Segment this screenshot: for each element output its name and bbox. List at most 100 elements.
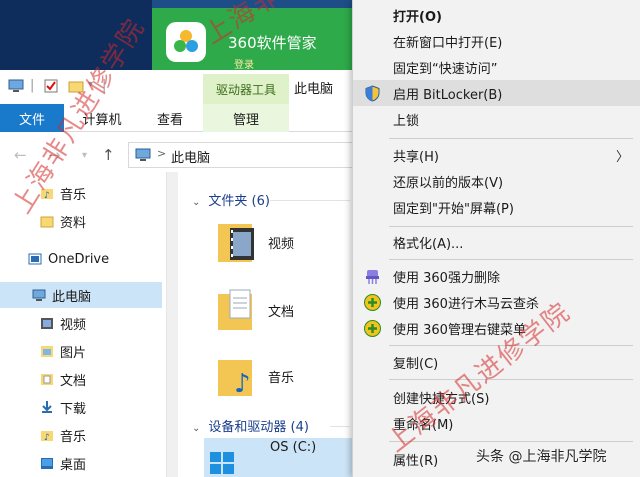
- onedrive-icon: [28, 252, 42, 266]
- 360-plus-icon: [364, 320, 381, 337]
- qat-separator-2: |: [102, 78, 107, 93]
- menu-item-pin-start[interactable]: 固定到"开始"屏幕(P): [353, 194, 640, 220]
- svg-text:♪: ♪: [44, 191, 50, 200]
- music-folder-icon: ♪: [40, 186, 54, 201]
- video-folder-icon: [216, 218, 256, 266]
- menu-item-360-trojan-scan[interactable]: 使用 360进行木马云查杀: [353, 289, 640, 315]
- nav-item-downloads[interactable]: 下载: [0, 394, 162, 420]
- menu-item-pin-quick-access[interactable]: 固定到“快速访问”: [353, 54, 640, 80]
- pictures-folder-icon: [40, 344, 54, 358]
- menu-item-restore-versions[interactable]: 还原以前的版本(V): [353, 168, 640, 194]
- menu-item-label: 属性(R): [393, 453, 439, 469]
- menu-separator: [389, 138, 633, 139]
- folders-group-header[interactable]: ⌄ 文件夹 (6): [192, 190, 270, 209]
- window-title: 此电脑: [294, 82, 334, 97]
- breadcrumb-separator: >: [157, 147, 167, 160]
- nav-item-label: OneDrive: [48, 251, 110, 267]
- menu-item-bitlocker[interactable]: 启用 BitLocker(B): [353, 80, 640, 106]
- nav-item-label: 桌面: [60, 457, 87, 473]
- menu-item-label: 在新窗口中打开(E): [393, 35, 503, 51]
- nav-item-label: 下载: [60, 401, 87, 417]
- menu-separator: [389, 441, 633, 442]
- folder-label: 视频: [268, 236, 295, 252]
- properties-checkbox-icon[interactable]: [44, 79, 60, 93]
- nav-item-videos[interactable]: 视频: [0, 310, 162, 336]
- menu-item-label: 使用 360管理右键菜单: [393, 322, 526, 338]
- menu-item-label: 启用 BitLocker(B): [393, 87, 503, 103]
- collapse-chevron-icon[interactable]: ⌄: [192, 197, 200, 208]
- qat-customize-icon[interactable]: ▾: [88, 79, 93, 90]
- menu-item-label: 打开(O): [393, 9, 442, 25]
- folder-label: 音乐: [268, 370, 295, 386]
- menu-item-rename[interactable]: 重命名(M): [353, 410, 640, 436]
- menu-item-format[interactable]: 格式化(A)...: [353, 229, 640, 255]
- menu-item-360-context-manager[interactable]: 使用 360管理右键菜单: [353, 315, 640, 341]
- new-folder-icon[interactable]: [68, 79, 84, 93]
- shredder-icon: [366, 270, 379, 284]
- forward-arrow-icon[interactable]: →: [48, 146, 61, 164]
- menu-item-share[interactable]: 共享(H) 〉: [353, 142, 640, 168]
- menu-item-open[interactable]: 打开(O): [353, 2, 640, 28]
- menu-separator: [389, 259, 633, 260]
- address-bar[interactable]: > 此电脑: [128, 142, 368, 168]
- menu-item-lock[interactable]: 上锁: [353, 106, 640, 132]
- nav-item-label: 音乐: [60, 187, 87, 203]
- pc-icon: [32, 288, 46, 302]
- folders-group-title: 文件夹 (6): [208, 194, 270, 209]
- tab-manage[interactable]: 管理: [203, 104, 289, 132]
- menu-item-create-shortcut[interactable]: 创建快捷方式(S): [353, 384, 640, 410]
- drive-item-c[interactable]: OS (C:): [204, 438, 354, 477]
- banner-login-link[interactable]: 登录: [234, 56, 254, 71]
- documents-folder-icon: [216, 286, 256, 334]
- collapse-chevron-icon[interactable]: ⌄: [192, 423, 200, 434]
- menu-item-label: 固定到"开始"屏幕(P): [393, 201, 514, 217]
- menu-item-360-shred[interactable]: 使用 360强力删除: [353, 263, 640, 289]
- shield-icon: [365, 85, 380, 102]
- menu-separator: [389, 226, 633, 227]
- tab-computer[interactable]: 计算机: [70, 104, 134, 132]
- menu-item-label: 格式化(A)...: [393, 236, 464, 252]
- back-arrow-icon[interactable]: ←: [14, 146, 27, 164]
- navigation-pane: ♪ 音乐 资料 OneDrive 此电脑 视频 图片 文档 下载 ♪ 音乐 桌面: [0, 172, 178, 477]
- nav-item-materials[interactable]: 资料: [0, 208, 162, 234]
- downloads-folder-icon: [40, 400, 54, 414]
- nav-item-music-2[interactable]: ♪ 音乐: [0, 422, 162, 448]
- pc-icon: [135, 148, 151, 161]
- toutiao-credit: 头条 @上海非凡学院: [476, 449, 607, 465]
- music-folder-icon: ♪: [216, 352, 256, 400]
- nav-item-label: 文档: [60, 373, 87, 389]
- nav-item-music[interactable]: ♪ 音乐: [0, 180, 162, 206]
- menu-item-label: 重命名(M): [393, 417, 454, 433]
- context-menu: 打开(O) 在新窗口中打开(E) 固定到“快速访问” 启用 BitLocker(…: [352, 0, 640, 477]
- nav-item-this-pc[interactable]: 此电脑: [0, 282, 162, 308]
- video-folder-icon: [40, 316, 54, 330]
- group-divider: [270, 200, 350, 201]
- folder-item-documents[interactable]: 文档: [216, 286, 294, 334]
- nav-item-label: 资料: [60, 215, 87, 231]
- menu-item-label: 创建快捷方式(S): [393, 391, 490, 407]
- nav-item-onedrive[interactable]: OneDrive: [0, 246, 162, 272]
- folder-item-music[interactable]: ♪ 音乐: [216, 352, 294, 400]
- breadcrumb-this-pc[interactable]: 此电脑: [171, 147, 210, 166]
- up-arrow-icon[interactable]: ↑: [102, 146, 115, 164]
- nav-pane-scrollbar[interactable]: [166, 172, 178, 477]
- nav-item-desktop[interactable]: 桌面: [0, 450, 162, 476]
- nav-item-pictures[interactable]: 图片: [0, 338, 162, 364]
- pc-small-icon[interactable]: [8, 79, 24, 93]
- folder-item-videos[interactable]: 视频: [216, 218, 294, 266]
- banner-title: 360软件管家: [228, 34, 317, 52]
- folder-label: 文档: [268, 304, 295, 320]
- folder-icon: [40, 214, 54, 228]
- nav-item-label: 此电脑: [52, 289, 92, 305]
- nav-item-documents[interactable]: 文档: [0, 366, 162, 392]
- menu-item-label: 还原以前的版本(V): [393, 175, 504, 191]
- menu-item-label: 使用 360进行木马云查杀: [393, 296, 539, 312]
- menu-item-copy[interactable]: 复制(C): [353, 349, 640, 375]
- menu-item-open-new-window[interactable]: 在新窗口中打开(E): [353, 28, 640, 54]
- windows-logo-icon: [210, 452, 234, 477]
- 360-software-manager-banner[interactable]: 360软件管家 登录: [152, 8, 352, 71]
- recent-locations-icon[interactable]: ▾: [82, 150, 87, 161]
- tab-file[interactable]: 文件: [0, 104, 64, 132]
- tab-view[interactable]: 查看: [140, 104, 200, 132]
- devices-group-header[interactable]: ⌄ 设备和驱动器 (4): [192, 416, 309, 435]
